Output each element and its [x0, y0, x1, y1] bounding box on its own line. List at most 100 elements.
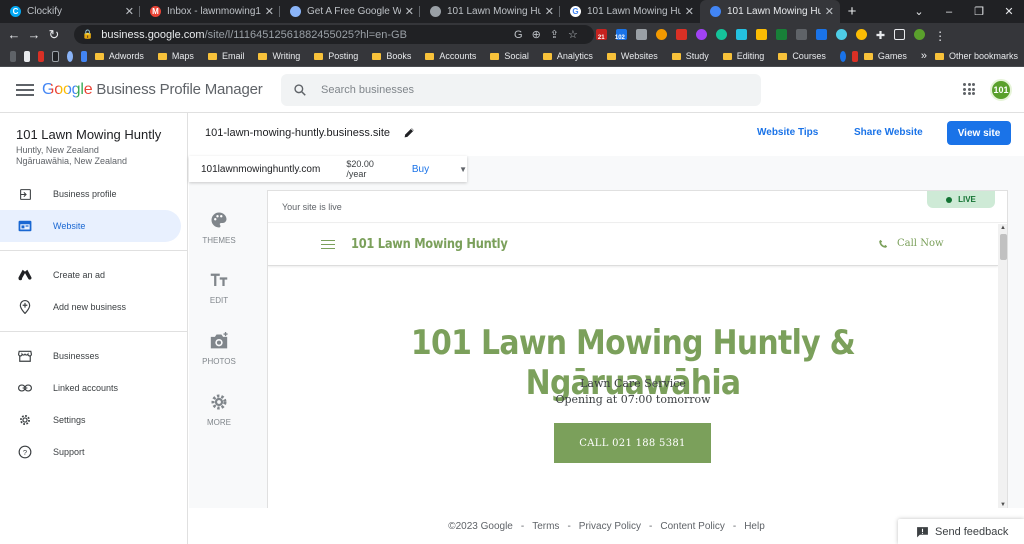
reload-icon[interactable]: ↻ [44, 27, 64, 43]
close-tab-icon[interactable]: ✕ [825, 5, 834, 18]
browser-tab[interactable]: C Clockify ✕ [0, 0, 140, 23]
install-app-icon[interactable]: ⊕ [532, 28, 541, 41]
sidebar-item-website[interactable]: Website [0, 210, 181, 242]
close-window-icon[interactable]: ✕ [994, 5, 1024, 18]
edit-url-pencil-icon[interactable] [403, 126, 416, 142]
bookmark-folder[interactable]: Posting [314, 51, 358, 61]
buy-domain-button[interactable]: Buy [412, 164, 429, 175]
sidebar-item-settings[interactable]: Settings [0, 404, 181, 436]
new-tab-icon[interactable]: + [840, 0, 864, 23]
bookmark-folder[interactable]: Writing [258, 51, 300, 61]
grammarly-extension-icon[interactable] [715, 29, 727, 40]
profile-avatar-icon[interactable] [914, 29, 926, 40]
sidebar-item-add-business[interactable]: Add new business [0, 291, 181, 323]
bookmark-folder[interactable]: Email [207, 51, 244, 61]
more-tool[interactable]: MORE [196, 392, 242, 427]
browser-menu-icon[interactable]: ⋮ [934, 29, 946, 43]
preview-scrollbar[interactable]: ▲ ▼ [998, 224, 1007, 508]
side-panel-icon[interactable] [894, 29, 906, 40]
help-link[interactable]: Help [744, 521, 765, 532]
bookmark-icon[interactable] [851, 50, 858, 62]
extension-icon[interactable] [835, 29, 847, 40]
tab-search-icon[interactable]: ⌄ [904, 5, 934, 18]
bookmark-folder[interactable]: Editing [722, 51, 764, 61]
browser-tab[interactable]: M Inbox - lawnmowing101nz ✕ [140, 0, 280, 23]
bookmark-folder[interactable]: Courses [778, 51, 826, 61]
caret-down-icon[interactable]: ▼ [459, 165, 467, 174]
bookmark-icon[interactable] [66, 50, 73, 62]
share-website-link[interactable]: Share Website [854, 127, 923, 138]
account-avatar[interactable]: 101 [990, 79, 1012, 101]
view-site-button[interactable]: View site [947, 121, 1011, 145]
other-bookmarks-folder[interactable]: Other bookmarks [934, 51, 1018, 61]
browser-tab[interactable]: G 101 Lawn Mowing Huntly - ✕ [560, 0, 700, 23]
sidebar-item-create-ad[interactable]: Create an ad [0, 259, 181, 291]
bookmark-folder[interactable]: Maps [157, 51, 194, 61]
extension-counter-icon[interactable]: 102 [615, 29, 627, 41]
close-tab-icon[interactable]: ✕ [265, 5, 274, 18]
extension-icon[interactable] [755, 29, 767, 40]
bookmark-folder[interactable]: Analytics [542, 51, 593, 61]
scroll-up-icon[interactable]: ▲ [1000, 225, 1006, 231]
bookmark-folder[interactable]: Adwords [94, 51, 144, 61]
share-icon[interactable]: ⇪ [550, 28, 559, 41]
privacy-policy-link[interactable]: Privacy Policy [579, 521, 641, 532]
bookmark-icon[interactable] [10, 50, 16, 62]
search-box[interactable] [281, 74, 761, 106]
bookmark-icon[interactable] [839, 50, 846, 62]
bookmarks-overflow-icon[interactable]: » [921, 50, 927, 62]
close-tab-icon[interactable]: ✕ [125, 5, 134, 18]
bookmark-folder[interactable]: Study [671, 51, 709, 61]
forward-icon[interactable]: → [24, 27, 44, 42]
website-tips-link[interactable]: Website Tips [757, 127, 818, 138]
site-business-name[interactable]: 101 Lawn Mowing Huntly [351, 237, 508, 252]
minimize-icon[interactable]: – [934, 6, 964, 18]
call-phone-button[interactable]: CALL 021 188 5381 [554, 423, 711, 463]
content-policy-link[interactable]: Content Policy [660, 521, 724, 532]
send-feedback-button[interactable]: Send feedback [898, 519, 1024, 544]
bookmark-icon[interactable] [24, 50, 30, 62]
bookmark-folder[interactable]: Social [490, 51, 529, 61]
call-now-link[interactable]: Call Now [878, 238, 944, 249]
bookmark-folder[interactable]: Books [372, 51, 411, 61]
close-tab-icon[interactable]: ✕ [405, 5, 414, 18]
browser-tab[interactable]: 101 Lawn Mowing Huntly - ✕ [420, 0, 560, 23]
browser-tab[interactable]: Get A Free Google Website ✕ [280, 0, 420, 23]
site-menu-icon[interactable] [321, 237, 335, 252]
google-logo[interactable]: Google Business Profile Manager [42, 81, 263, 99]
extension-icon[interactable] [735, 29, 747, 40]
extension-icon[interactable] [795, 29, 807, 40]
bookmark-icon[interactable] [80, 50, 87, 62]
google-lens-icon[interactable]: G [514, 29, 523, 41]
themes-tool[interactable]: THEMES [196, 210, 242, 245]
back-icon[interactable]: ← [4, 27, 24, 42]
bookmark-folder[interactable]: Websites [606, 51, 658, 61]
terms-link[interactable]: Terms [532, 521, 559, 532]
calendar-extension-icon[interactable]: 21 [595, 29, 607, 41]
google-apps-icon[interactable] [963, 83, 975, 95]
color-extension-icon[interactable] [675, 29, 687, 40]
cookie-extension-icon[interactable] [655, 29, 667, 40]
browser-tab-active[interactable]: 101 Lawn Mowing Huntly ✕ [700, 0, 840, 23]
extension-icon[interactable] [855, 29, 867, 40]
extension-icon[interactable] [815, 29, 827, 40]
sidebar-item-linked-accounts[interactable]: Linked accounts [0, 372, 181, 404]
camera-extension-icon[interactable] [635, 29, 647, 40]
close-tab-icon[interactable]: ✕ [545, 5, 554, 18]
sidebar-item-support[interactable]: ? Support [0, 436, 181, 468]
bookmark-icon[interactable] [52, 50, 59, 62]
extension-icon[interactable] [775, 29, 787, 40]
bookmark-folder[interactable]: Games [863, 51, 907, 61]
bookmark-icon[interactable] [38, 50, 44, 62]
gear-extension-icon[interactable] [695, 29, 707, 40]
close-tab-icon[interactable]: ✕ [685, 5, 694, 18]
search-input[interactable] [321, 84, 721, 96]
photos-tool[interactable]: PHOTOS [196, 331, 242, 366]
scrollbar-thumb[interactable] [1000, 234, 1007, 260]
puzzle-extensions-icon[interactable]: ✚ [876, 29, 885, 42]
sidebar-item-businesses[interactable]: Businesses [0, 340, 181, 372]
sidebar-item-business-profile[interactable]: Business profile [0, 178, 181, 210]
bookmark-star-icon[interactable]: ☆ [568, 28, 578, 41]
edit-tool[interactable]: EDIT [196, 270, 242, 305]
restore-icon[interactable]: ❐ [964, 5, 994, 18]
